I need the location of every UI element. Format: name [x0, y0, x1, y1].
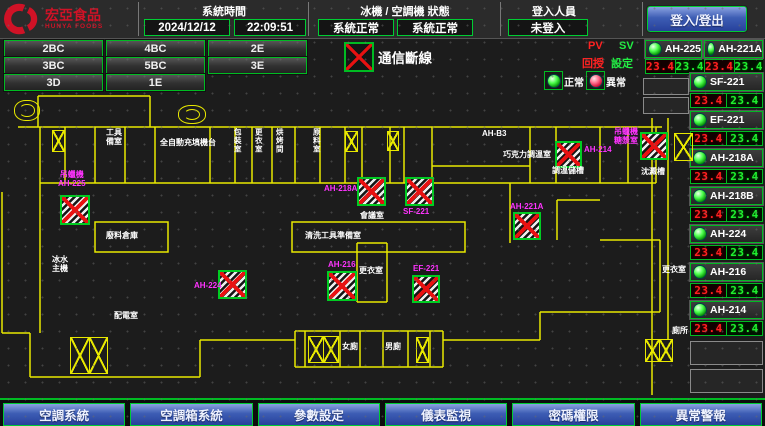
stairs-icon — [52, 130, 65, 152]
map-room-label: 沈澱槽 — [641, 168, 665, 177]
map-unit-label: 吊蠟機 AH-225 — [58, 171, 86, 189]
disconnected-unit-icon[interactable] — [412, 275, 440, 303]
stairs-icon — [308, 336, 339, 363]
stairs-icon — [645, 339, 673, 362]
map-room-label: 烘烤間 — [275, 128, 283, 154]
disconnected-unit-icon[interactable] — [640, 132, 668, 160]
stairs-icon — [387, 131, 399, 151]
disconnected-unit-icon[interactable] — [513, 212, 541, 240]
map-unit-label: AH-221A — [510, 203, 543, 212]
map-room-label: 更衣室 — [359, 267, 383, 276]
disconnected-unit-icon[interactable] — [60, 195, 90, 225]
map-room-label: 會議室 — [360, 212, 384, 221]
floor-plan-layer: 吊蠟機 AH-225 AH-218A SF-221 AH-214吊蠟機 糖漿室 AH-2… — [0, 0, 765, 426]
disconnected-unit-icon[interactable] — [357, 177, 386, 206]
map-room-label: 清洗工具準備室 — [305, 232, 361, 241]
map-room-label: 工具 備室 — [106, 129, 122, 147]
map-room-label: 配電室 — [114, 312, 138, 321]
map-unit-label: AH-218A — [324, 185, 357, 194]
map-room-label: 原料室 — [312, 128, 320, 154]
map-unit-label: SF-221 — [403, 208, 429, 217]
map-unit-label: AH-224 — [194, 282, 222, 291]
disconnected-unit-icon[interactable] — [218, 270, 247, 299]
map-room-label: 更衣室 — [662, 266, 686, 275]
stairs-icon — [345, 131, 358, 152]
stairs-icon — [70, 337, 108, 374]
disconnected-unit-icon[interactable] — [405, 177, 434, 206]
spiral-stair-icon — [178, 105, 206, 124]
map-room-label: 調溫儲槽 — [552, 167, 584, 176]
map-unit-label: AH-214 — [584, 146, 612, 155]
map-room-label: 男廁 — [385, 343, 401, 352]
stairs-icon — [674, 133, 693, 161]
map-room-label: 全自動充填機台 — [160, 139, 216, 148]
hmi-screen: 吊蠟機 AH-225 AH-218A SF-221 AH-214吊蠟機 糖漿室 AH-2… — [0, 0, 765, 426]
map-room-label: 廢料倉庫 — [106, 232, 138, 241]
map-room-label: 包裝室 — [233, 128, 241, 154]
map-unit-label: EF-221 — [413, 265, 439, 274]
map-room-label: 廁所 — [672, 327, 688, 336]
map-room-label: 更衣室 — [254, 128, 262, 154]
map-room-label: 女廁 — [342, 343, 358, 352]
map-room-label: AH-B3 — [482, 130, 506, 139]
stairs-icon — [416, 337, 429, 363]
disconnected-unit-icon[interactable] — [555, 141, 582, 168]
spiral-stair-icon — [14, 100, 40, 121]
map-unit-label: 吊蠟機 糖漿室 — [614, 128, 638, 146]
map-unit-label: AH-216 — [328, 261, 356, 270]
disconnected-unit-icon[interactable] — [327, 271, 357, 301]
map-room-label: 冰水 主機 — [52, 256, 68, 274]
map-room-label: 巧克力調溫室 — [503, 151, 551, 160]
